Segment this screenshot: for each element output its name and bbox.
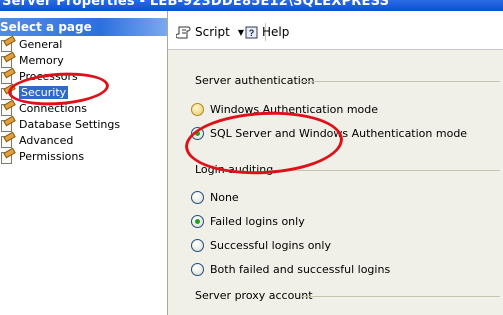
radio-button-icon: [191, 263, 204, 276]
server-proxy-title: Server proxy account: [195, 289, 313, 302]
help-button[interactable]: ? Help: [244, 24, 289, 40]
sidebar-item-label: Memory: [19, 53, 64, 67]
audit-none-label: None: [210, 191, 239, 204]
page-properties-icon: [0, 115, 16, 132]
sidebar-item-permissions[interactable]: Permissions: [0, 147, 166, 164]
audit-successful-label: Successful logins only: [210, 239, 331, 252]
script-label: Script: [195, 25, 230, 39]
sidebar-item-memory[interactable]: Memory: [0, 51, 166, 68]
radio-button-icon: [191, 191, 204, 204]
sidebar-item-processors[interactable]: Processors: [0, 67, 166, 84]
sidebar-item-connections[interactable]: Connections: [0, 99, 166, 116]
page-selector-header: Select a page: [0, 18, 167, 36]
server-authentication-title: Server authentication: [195, 74, 315, 87]
script-icon: [175, 25, 192, 40]
sidebar-item-general[interactable]: General: [0, 35, 166, 52]
page-properties-icon: [0, 67, 16, 84]
audit-successful-radio[interactable]: Successful logins only: [191, 239, 331, 252]
audit-none-radio[interactable]: None: [191, 191, 239, 204]
mixed-auth-label: SQL Server and Windows Authentication mo…: [210, 127, 468, 140]
svg-text:?: ?: [249, 28, 255, 38]
audit-failed-label: Failed logins only: [210, 215, 305, 228]
radio-button-icon: [191, 103, 204, 116]
help-icon: ?: [244, 25, 259, 40]
page-properties-icon: [0, 147, 16, 164]
page-properties-icon: [0, 51, 16, 68]
windows-auth-radio[interactable]: Windows Authentication mode: [191, 103, 378, 116]
section-divider: [300, 296, 500, 297]
title-bar: Server Properties - LEB-923DDE85E12\SQLE…: [0, 0, 503, 11]
properties-panel: Script ▼ ? Help Server authentication Wi…: [168, 11, 503, 315]
mixed-auth-radio[interactable]: SQL Server and Windows Authentication mo…: [191, 127, 467, 140]
sidebar-item-security[interactable]: Security: [0, 83, 166, 100]
sidebar-item-label: Security: [19, 85, 69, 99]
sidebar-item-label: General: [19, 37, 63, 51]
page-properties-icon: [0, 83, 16, 100]
radio-button-icon: [191, 215, 204, 228]
section-divider: [300, 81, 500, 82]
windows-auth-label: Windows Authentication mode: [210, 103, 379, 116]
page-selector: Select a page General Memory Processors …: [0, 11, 168, 315]
page-properties-icon: [0, 35, 16, 52]
security-page-content: Server authentication Windows Authentica…: [168, 50, 503, 315]
window-title: Server Properties - LEB-923DDE85E12\SQLE…: [2, 0, 390, 9]
sidebar-item-label: Advanced: [19, 133, 74, 147]
help-label: Help: [262, 25, 290, 39]
sidebar-item-advanced[interactable]: Advanced: [0, 131, 166, 148]
sidebar-item-label: Database Settings: [19, 117, 121, 131]
audit-failed-radio[interactable]: Failed logins only: [191, 215, 305, 228]
radio-button-icon: [191, 127, 204, 140]
sidebar-item-label: Permissions: [19, 149, 85, 163]
page-properties-icon: [0, 99, 16, 116]
script-button[interactable]: Script ▼: [175, 24, 244, 40]
section-divider: [268, 170, 500, 171]
login-auditing-title: Login auditing: [195, 163, 274, 176]
audit-both-radio[interactable]: Both failed and successful logins: [191, 263, 390, 276]
sidebar-item-label: Processors: [19, 69, 78, 83]
audit-both-label: Both failed and successful logins: [210, 263, 391, 276]
sidebar-item-label: Connections: [19, 101, 87, 115]
toolbar: Script ▼ ? Help: [168, 11, 503, 50]
radio-button-icon: [191, 239, 204, 252]
sidebar-item-database-settings[interactable]: Database Settings: [0, 115, 166, 132]
page-properties-icon: [0, 131, 16, 148]
